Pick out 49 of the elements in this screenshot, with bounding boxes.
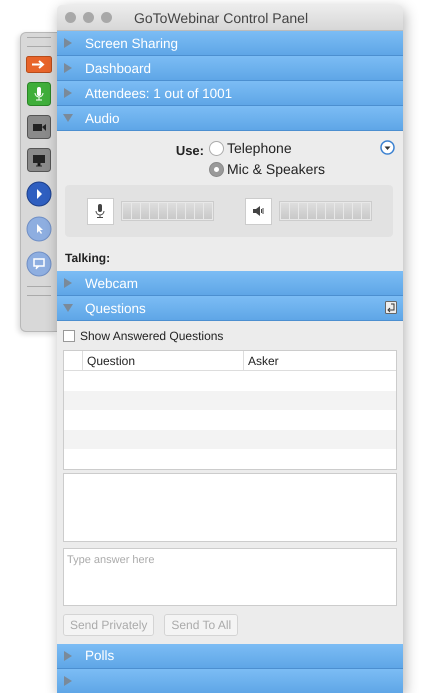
arrow-button[interactable] — [26, 56, 52, 73]
window-control-button[interactable] — [65, 12, 76, 23]
section-header[interactable] — [57, 668, 403, 693]
section-title: Webcam — [85, 276, 138, 290]
section-title: Screen Sharing — [85, 36, 178, 50]
section-title: Attendees: 1 out of 1001 — [85, 86, 232, 100]
speaker-button[interactable] — [244, 198, 272, 224]
collapsed-triangle-icon — [63, 650, 73, 660]
microphone-button[interactable] — [27, 82, 51, 106]
drag-handle[interactable] — [27, 286, 51, 296]
column-header[interactable]: Asker — [243, 351, 396, 370]
collapsed-triangle-icon — [63, 676, 73, 686]
collapsed-triangle-icon — [63, 63, 73, 73]
section-header[interactable]: Attendees: 1 out of 1001 — [57, 81, 403, 106]
collapsed-triangle-icon — [63, 278, 73, 288]
dropdown-icon[interactable] — [380, 140, 395, 155]
expanded-triangle-icon — [63, 113, 73, 123]
window-title: GoToWebinar Control Panel — [134, 10, 308, 26]
microphone-icon — [95, 204, 105, 218]
window-control-button[interactable] — [83, 12, 94, 23]
expanded-triangle-icon — [63, 303, 73, 313]
chat-button[interactable] — [26, 251, 52, 277]
section-title: Dashboard — [85, 60, 152, 76]
section-title: Questions — [85, 300, 146, 316]
radio-option[interactable]: Mic & Speakers — [209, 161, 326, 177]
window-control-button[interactable] — [101, 12, 112, 23]
popout-icon[interactable] — [385, 301, 397, 314]
play-button[interactable] — [26, 181, 52, 207]
speaker-icon — [252, 205, 264, 217]
section-header[interactable]: Webcam — [57, 271, 403, 296]
collapsed-triangle-icon — [63, 38, 73, 48]
monitor-button[interactable] — [27, 148, 51, 172]
show-answered-checkbox[interactable]: Show Answered Questions — [63, 329, 397, 343]
radio-option[interactable]: Telephone — [209, 140, 326, 156]
section-header[interactable]: Polls — [57, 644, 403, 668]
section-header[interactable]: Audio — [57, 106, 403, 131]
section-header[interactable]: Screen Sharing — [57, 31, 403, 56]
section-title: Polls — [85, 648, 114, 663]
section-header[interactable]: Dashboard — [57, 56, 403, 81]
use-label: Use: — [174, 143, 204, 158]
collapsed-triangle-icon — [63, 88, 73, 98]
pointer-button[interactable] — [26, 216, 52, 242]
answer-field[interactable]: Type answer here — [63, 548, 397, 606]
section-header[interactable]: Questions — [57, 296, 403, 321]
talking-label: Talking: — [65, 251, 112, 265]
column-header[interactable]: Question — [82, 351, 243, 370]
section-title: Audio — [85, 110, 120, 126]
camera-button[interactable] — [27, 115, 51, 139]
drag-handle[interactable] — [27, 37, 51, 47]
